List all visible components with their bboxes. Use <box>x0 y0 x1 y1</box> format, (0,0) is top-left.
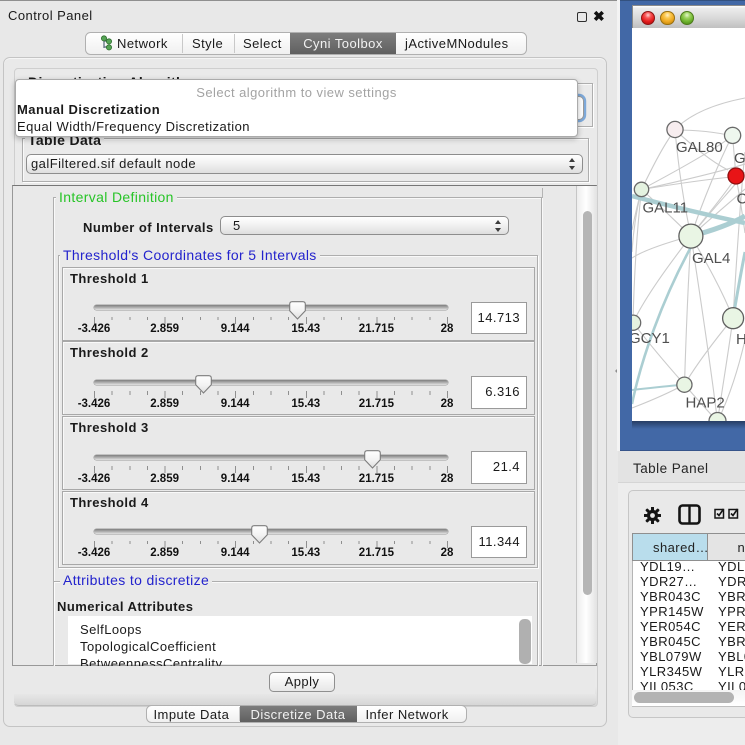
svg-text:GA: GA <box>734 150 745 167</box>
svg-text:GCY1: GCY1 <box>632 330 670 347</box>
svg-text:CY: CY <box>737 191 745 208</box>
svg-text:GAL4: GAL4 <box>692 250 730 267</box>
svg-text:HI: HI <box>736 331 745 348</box>
svg-text:GAL80: GAL80 <box>676 139 723 156</box>
svg-text:HAP2: HAP2 <box>686 395 725 412</box>
svg-text:GAL11: GAL11 <box>643 200 689 217</box>
